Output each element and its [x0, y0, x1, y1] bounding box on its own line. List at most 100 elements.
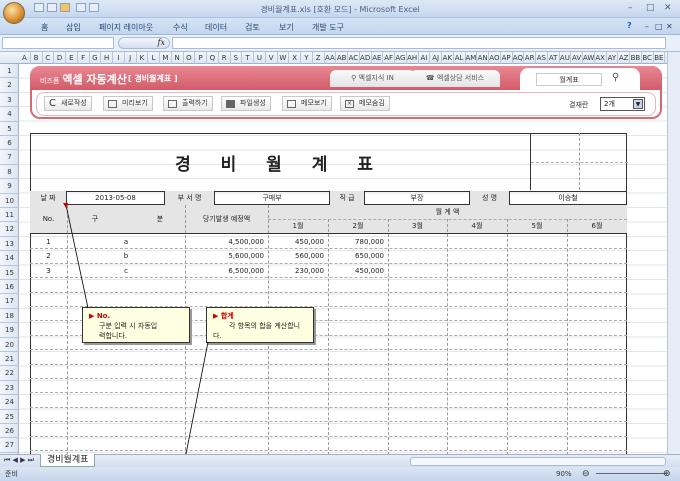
row-month-value[interactable] — [447, 235, 507, 249]
row-month-value[interactable] — [567, 249, 627, 263]
column-header[interactable]: AK — [442, 52, 454, 64]
save-icon[interactable] — [34, 3, 44, 12]
row-header[interactable]: 16 — [0, 280, 19, 295]
column-header[interactable]: AP — [501, 52, 513, 64]
preview-button[interactable]: 미리보기 — [103, 96, 153, 111]
column-header[interactable]: A — [19, 52, 31, 64]
name-box[interactable] — [2, 37, 114, 49]
column-header[interactable]: AD — [360, 52, 372, 64]
column-header[interactable]: AM — [466, 52, 478, 64]
row-header[interactable]: 26 — [0, 424, 19, 439]
row-header[interactable]: 9 — [0, 179, 19, 194]
column-header[interactable]: V — [266, 52, 278, 64]
column-header[interactable]: J — [125, 52, 137, 64]
tab-formulas[interactable]: 수식 — [173, 22, 188, 33]
column-header[interactable]: AH — [407, 52, 419, 64]
row-month-value[interactable] — [507, 264, 567, 278]
column-header[interactable]: K — [137, 52, 149, 64]
tab-page-layout[interactable]: 페이지 레이아웃 — [99, 22, 153, 33]
column-header[interactable]: B — [31, 52, 43, 64]
row-month-value[interactable]: 450,000 — [268, 235, 328, 249]
column-header[interactable]: AI — [419, 52, 431, 64]
new-button[interactable]: C 새로작성 — [44, 96, 92, 111]
row-header[interactable]: 17 — [0, 294, 19, 309]
column-header[interactable]: X — [289, 52, 301, 64]
row-category[interactable]: c — [67, 264, 185, 278]
chevron-down-icon[interactable]: ▼ — [633, 99, 643, 109]
column-header[interactable]: AR — [524, 52, 536, 64]
header-category[interactable]: 분 — [145, 212, 175, 226]
row-month-value[interactable] — [388, 249, 447, 263]
column-header[interactable]: AF — [383, 52, 395, 64]
row-month-value[interactable] — [507, 249, 567, 263]
info-rank-label[interactable]: 직 급 — [330, 191, 365, 205]
sheet-tab[interactable]: 경비월계표 — [40, 454, 96, 467]
column-header[interactable]: AT — [548, 52, 560, 64]
column-header[interactable]: BC — [642, 52, 654, 64]
column-header[interactable]: AE — [372, 52, 384, 64]
row-budget[interactable]: 5,600,000 — [185, 249, 268, 263]
header-no[interactable]: No. — [30, 212, 67, 226]
row-header[interactable]: 10 — [0, 194, 19, 208]
column-header[interactable]: N — [172, 52, 184, 64]
row-header[interactable]: 24 — [0, 395, 19, 410]
row-header[interactable]: 6 — [0, 136, 19, 151]
row-budget[interactable]: 4,500,000 — [185, 235, 268, 249]
column-header[interactable]: D — [54, 52, 66, 64]
column-header[interactable]: T — [242, 52, 254, 64]
minimize-button[interactable]: – — [628, 3, 633, 13]
quick-access-icon[interactable] — [89, 3, 99, 12]
column-header[interactable]: AA — [325, 52, 337, 64]
row-month-value[interactable]: 650,000 — [328, 249, 388, 263]
column-header[interactable]: S — [231, 52, 243, 64]
column-header[interactable]: Y — [301, 52, 313, 64]
insert-function-button[interactable]: fx — [118, 37, 170, 49]
row-month-value[interactable]: 450,000 — [328, 264, 388, 278]
sheet-nav-arrows[interactable]: ⏮ ◀ ▶ ⏭ — [4, 456, 34, 465]
column-header[interactable]: Q — [207, 52, 219, 64]
column-header[interactable]: AZ — [618, 52, 630, 64]
print-button[interactable]: 출력하기 — [163, 96, 213, 111]
hide-memo-button[interactable]: × 메모숨김 — [340, 96, 390, 111]
row-header[interactable]: 4 — [0, 107, 19, 122]
maximize-button[interactable]: □ — [646, 3, 655, 13]
column-header[interactable]: AJ — [430, 52, 442, 64]
column-header[interactable]: F — [78, 52, 90, 64]
column-header[interactable]: AC — [348, 52, 360, 64]
row-budget[interactable]: 6,500,000 — [185, 264, 268, 278]
row-header[interactable]: 1 — [0, 64, 19, 79]
row-header[interactable]: 19 — [0, 323, 19, 338]
row-header[interactable]: 20 — [0, 338, 19, 352]
column-header[interactable]: Z — [313, 52, 325, 64]
horizontal-scrollbar[interactable] — [410, 457, 666, 466]
vertical-scrollbar[interactable] — [667, 52, 680, 454]
row-header[interactable]: 18 — [0, 309, 19, 324]
row-month-value[interactable]: 230,000 — [268, 264, 328, 278]
column-header[interactable]: U — [254, 52, 266, 64]
info-name-label[interactable]: 성 명 — [470, 191, 510, 205]
zoom-slider[interactable] — [596, 473, 666, 474]
row-month-value[interactable] — [507, 235, 567, 249]
column-header[interactable]: M — [160, 52, 172, 64]
search-input[interactable]: 월계표 — [536, 73, 602, 86]
workbook-minimize-button[interactable]: – — [645, 22, 649, 31]
column-header[interactable]: E — [66, 52, 78, 64]
workbook-close-button[interactable]: ✕ — [666, 22, 673, 31]
tab-insert[interactable]: 삽입 — [66, 22, 81, 33]
column-header[interactable]: AX — [595, 52, 607, 64]
workbook-restore-button[interactable]: □ — [655, 22, 663, 31]
row-category[interactable]: b — [67, 249, 185, 263]
column-header[interactable]: AG — [395, 52, 407, 64]
show-memo-button[interactable]: 메모보기 — [282, 96, 332, 111]
column-header[interactable]: C — [43, 52, 55, 64]
header-month[interactable]: 2월 — [328, 219, 388, 234]
row-month-value[interactable] — [447, 264, 507, 278]
header-month[interactable]: 4월 — [447, 219, 507, 234]
column-header[interactable]: BB — [630, 52, 642, 64]
info-date-label[interactable]: 날 짜 — [30, 191, 67, 205]
column-header[interactable]: AW — [583, 52, 595, 64]
column-header[interactable]: P — [195, 52, 207, 64]
row-month-value[interactable] — [567, 264, 627, 278]
header-month[interactable]: 5월 — [507, 219, 567, 234]
row-header[interactable]: 21 — [0, 352, 19, 367]
